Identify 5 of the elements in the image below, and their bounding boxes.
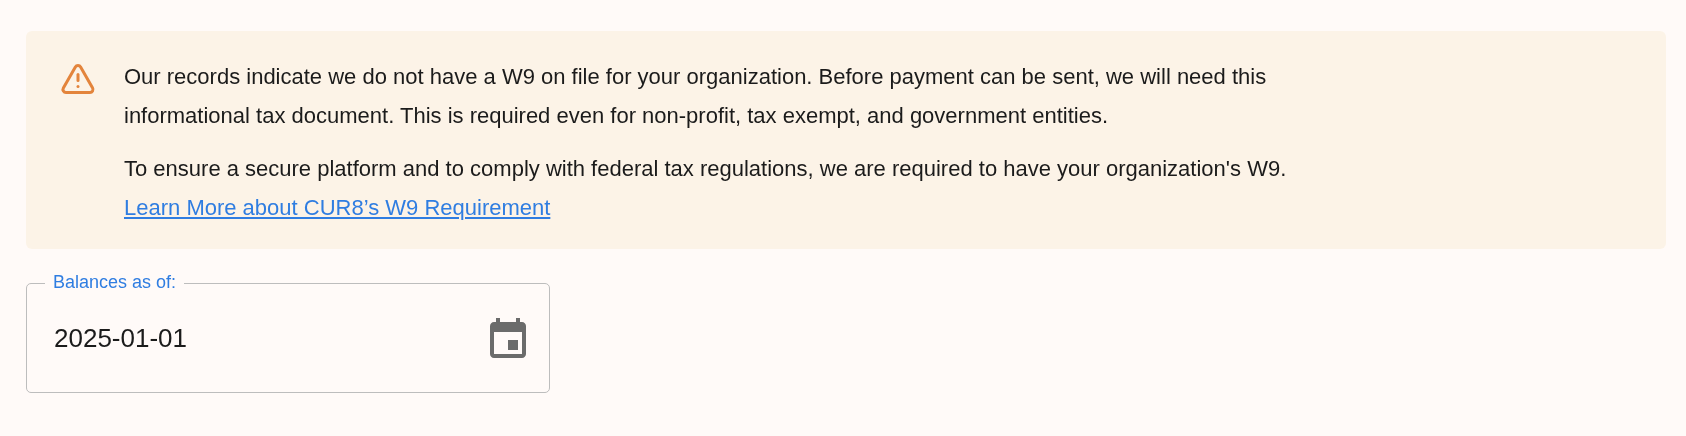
- warning-text: To ensure a secure platform and to comply with federal tax regulations, we are required to have your organization's W9. Learn More about CUR8’s W9 Requirement: [124, 155, 1288, 222]
- warning-icon: [60, 61, 96, 97]
- calendar-icon[interactable]: [488, 318, 528, 358]
- learn-more-link[interactable]: Learn More about CUR8’s W9 Requirement: [124, 195, 551, 220]
- warning-text: Our records indicate we do not have a W9 on file for your organization. Before payment can be sent, we will need this informational tax document. This is required even for non-profit, tax exempt, and government entities.: [124, 63, 1268, 130]
